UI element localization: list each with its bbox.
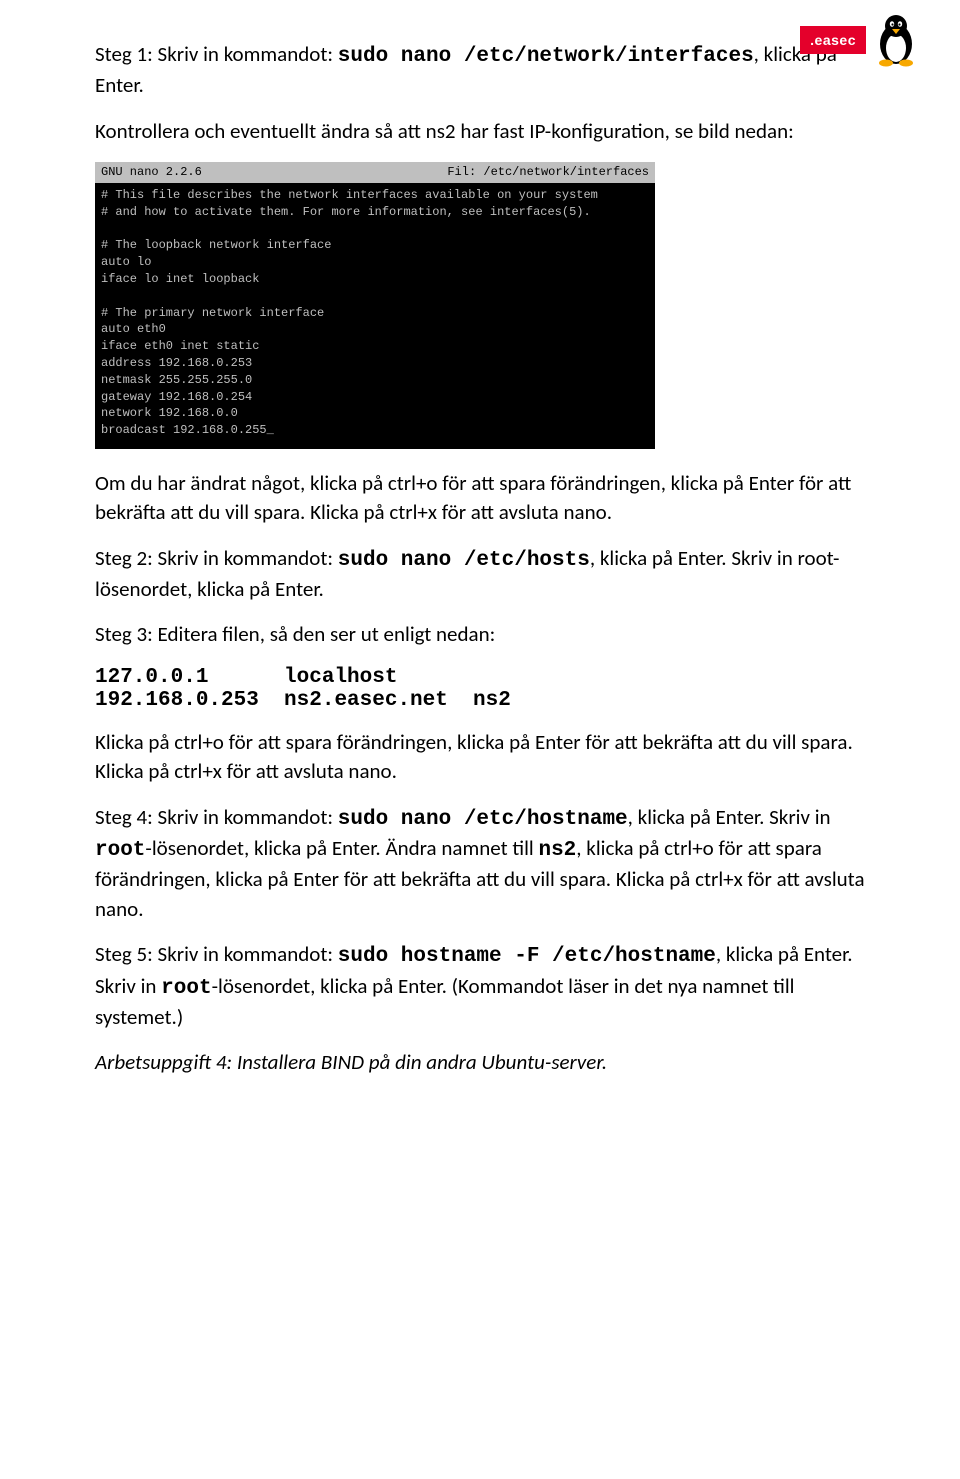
terminal-titlebar: GNU nano 2.2.6 Fil: /etc/network/interfa… [95,162,655,183]
after-hosts-text: Klicka på ctrl+o för att spara förändrin… [95,728,865,787]
step4-cmd: sudo nano /etc/hostname [338,808,628,831]
after-terminal-text: Om du har ändrat något, klicka på ctrl+o… [95,469,865,528]
header-logo: .easec [800,12,920,68]
step3-intro: Steg 3: Editera filen, så den ser ut enl… [95,620,865,649]
step4-prefix: Steg 4: Skriv in kommandot: [95,804,338,830]
step2-prefix: Steg 2: Skriv in kommandot: [95,545,338,571]
terminal-screenshot: GNU nano 2.2.6 Fil: /etc/network/interfa… [95,162,655,449]
step2-cmd: sudo nano /etc/hosts [338,549,590,572]
step5-root: root [161,977,211,1000]
step2-text: Steg 2: Skriv in kommandot: sudo nano /e… [95,544,865,605]
step5-prefix: Steg 5: Skriv in kommandot: [95,941,338,967]
step1-prefix: Steg 1: Skriv in kommandot: [95,41,338,67]
terminal-title-right: Fil: /etc/network/interfaces [447,164,649,181]
step5-cmd: sudo hostname -F /etc/hostname [338,945,716,968]
terminal-body: # This file describes the network interf… [95,183,655,449]
logo-box: .easec [800,26,866,54]
step4-mid2: -lösenordet, klicka på Enter. Ändra namn… [145,835,538,861]
step4-ns2: ns2 [538,839,576,862]
step4-text: Steg 4: Skriv in kommandot: sudo nano /e… [95,803,865,925]
step1-cmd: sudo nano /etc/network/interfaces [338,45,754,68]
step5-text: Steg 5: Skriv in kommandot: sudo hostnam… [95,940,865,1032]
penguin-icon [872,12,920,68]
step1-text: Steg 1: Skriv in kommandot: sudo nano /e… [95,40,865,101]
step4-mid1: , klicka på Enter. Skriv in [628,804,831,830]
task4-heading: Arbetsuppgift 4: Installera BIND på din … [95,1048,865,1077]
hosts-file-block: 127.0.0.1 localhost 192.168.0.253 ns2.ea… [95,666,865,712]
intro2-text: Kontrollera och eventuellt ändra så att … [95,117,865,146]
step4-root: root [95,839,145,862]
terminal-title-left: GNU nano 2.2.6 [101,164,202,181]
